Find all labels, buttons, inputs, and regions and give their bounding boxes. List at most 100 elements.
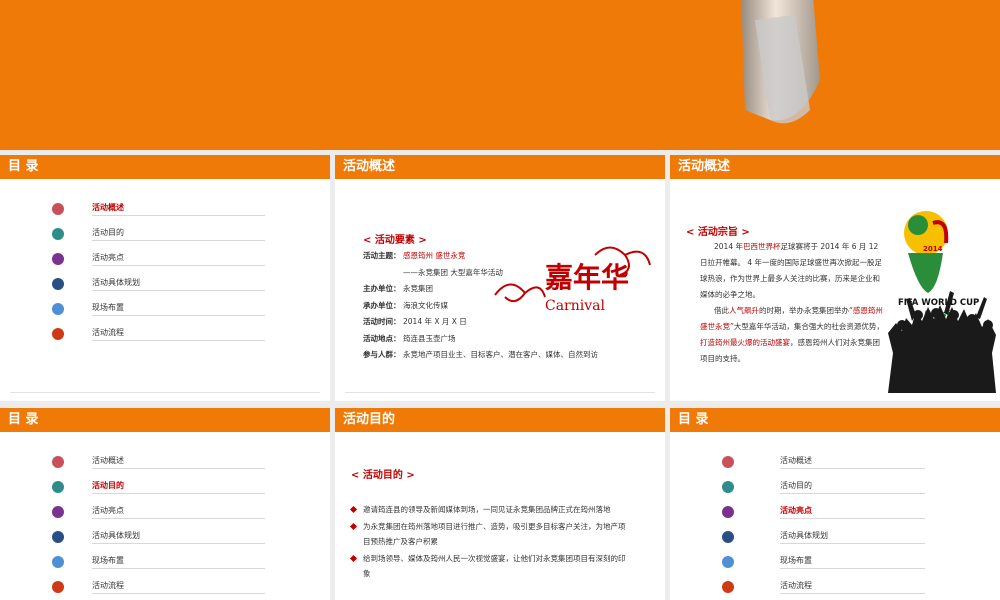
world-cup-logo: 2014 FIFA WORLD CUP Brasil xyxy=(888,211,996,393)
toc-item-label: 活动流程 xyxy=(780,581,812,590)
slide-toc-1[interactable]: 目 录 活动概述活动目的活动亮点活动具体规划现场布置活动流程 xyxy=(0,155,330,401)
divider xyxy=(780,593,925,594)
toc-item-label: 现场布置 xyxy=(92,556,124,565)
toc-item-label: 活动目的 xyxy=(780,481,812,490)
toc-item-label: 活动具体规划 xyxy=(780,531,828,540)
toc-item[interactable]: 活动具体规划 xyxy=(720,527,925,552)
toc-item[interactable]: 活动亮点 xyxy=(50,502,265,527)
carnival-logo: 嘉年华 Carnival xyxy=(494,246,651,314)
toc-item[interactable]: 活动具体规划 xyxy=(50,527,265,552)
text-span: 人气飙升 xyxy=(729,306,759,315)
logo-english: Carnival xyxy=(545,298,606,314)
purpose-paragraph-2: 借此人气飙升的时期，举办永竞集团举办“感恩筠州 盛世永竞”大型嘉年华活动，集合强… xyxy=(700,303,886,367)
bullet-dot-icon xyxy=(52,456,64,468)
slide-goals[interactable]: 活动目的 < 活动目的 > 邀请筠连县的领导及新闻媒体到场，一同见证永竞集团品牌… xyxy=(335,408,665,600)
toc-item-label: 活动概述 xyxy=(92,456,124,465)
element-key: 参与人群： xyxy=(363,350,401,359)
element-row: 参与人群： 永竞地产项目业主、目标客户、潜在客户、媒体、自然到访 xyxy=(363,349,598,366)
toc-item[interactable]: 现场布置 xyxy=(720,552,925,577)
divider xyxy=(92,493,265,494)
goal-item: 给到场领导、媒体及筠州人民一次视觉盛宴，让他们对永竞集团项目有深刻的印象 xyxy=(351,551,631,582)
header-banner xyxy=(0,0,1000,150)
divider xyxy=(92,240,265,241)
toc-item[interactable]: 活动概述 xyxy=(50,199,265,224)
element-value: 2014 年 X 月 X 日 xyxy=(403,317,467,326)
toc-item[interactable]: 活动目的 xyxy=(720,477,925,502)
slide-toc-2[interactable]: 目 录 活动概述活动目的活动亮点活动具体规划 现场布置活动流程 xyxy=(0,408,330,600)
section-title: < 活动目的 > xyxy=(351,470,415,481)
element-value: 永竞集团 xyxy=(403,284,433,293)
text-span: 巴西世界杯 xyxy=(742,242,781,251)
divider xyxy=(92,518,265,519)
slide-header: 目 录 xyxy=(0,155,330,179)
bullet-dot-icon xyxy=(722,556,734,568)
toc-item-label: 活动目的 xyxy=(92,228,124,237)
slide-header: 目 录 xyxy=(0,408,330,432)
toc-item[interactable]: 活动流程 xyxy=(50,577,265,600)
element-key: 承办单位： xyxy=(363,300,401,310)
divider xyxy=(92,468,265,469)
bullet-dot-icon xyxy=(722,456,734,468)
toc-item[interactable]: 活动具体规划 xyxy=(50,274,265,299)
slide-header: 活动概述 xyxy=(335,155,665,179)
purpose-paragraph-1: 2014 年巴西世界杯足球赛将于 2014 年 6 月 12 日拉开帷幕。 4 … xyxy=(700,239,886,303)
slide-header: 活动目的 xyxy=(335,408,665,432)
theme-value: 感恩筠州 盛世永竞 xyxy=(403,251,466,260)
bullet-dot-icon xyxy=(52,481,64,493)
toc-item[interactable]: 活动流程 xyxy=(50,324,265,349)
slide-toc-3[interactable]: 目 录 活动概述 活动目的 活动亮点 活动具体规划 现场布置 活动流程 xyxy=(670,408,1000,600)
text-span: 2014 年 xyxy=(714,242,743,251)
toc-item-label: 活动流程 xyxy=(92,581,124,590)
toc-item-label: 现场布置 xyxy=(92,303,124,312)
divider xyxy=(92,340,265,341)
bullet-dot-icon xyxy=(52,303,64,315)
toc-item[interactable]: 活动流程 xyxy=(720,577,925,600)
toc-item-label: 活动亮点 xyxy=(92,253,124,262)
toc-item[interactable]: 现场布置 xyxy=(50,552,265,577)
toc-item[interactable]: 现场布置 xyxy=(50,299,265,324)
bullet-dot-icon xyxy=(722,481,734,493)
divider xyxy=(92,215,265,216)
toc-list: 活动概述活动目的活动亮点活动具体规划现场布置活动流程 xyxy=(50,199,265,349)
bullet-dot-icon xyxy=(52,328,64,340)
section-title: < 活动宗旨 > xyxy=(686,227,750,238)
bullet-dot-icon xyxy=(52,253,64,265)
toc-item[interactable]: 活动亮点 xyxy=(720,502,925,527)
divider xyxy=(92,290,265,291)
toc-list: 活动概述活动目的活动亮点活动具体规划 现场布置活动流程 xyxy=(720,452,925,600)
toc-item[interactable]: 活动亮点 xyxy=(50,249,265,274)
toc-item-label: 活动具体规划 xyxy=(92,531,140,540)
fifa-year: 2014 xyxy=(923,245,943,253)
bullet-dot-icon xyxy=(52,203,64,215)
text-span: 的时期，举办永竞集团举办 xyxy=(759,306,849,315)
toc-item[interactable]: 活动概述 xyxy=(50,452,265,477)
divider xyxy=(780,468,925,469)
toc-item[interactable]: 活动目的 xyxy=(50,224,265,249)
microphone-icon xyxy=(741,0,820,124)
toc-item[interactable]: 活动概述 xyxy=(720,452,925,477)
element-key: 活动地点： xyxy=(363,333,401,343)
bullet-dot-icon xyxy=(52,506,64,518)
divider xyxy=(345,392,655,393)
text-span: 借此 xyxy=(714,306,729,315)
toc-item-label: 活动流程 xyxy=(92,328,124,337)
divider xyxy=(10,392,320,393)
bullet-dot-icon xyxy=(52,278,64,290)
goal-item: 为永竞集团在筠州落地项目进行推广、造势，吸引更多目标客户关注，为地产项目预热推广… xyxy=(351,519,631,550)
bullet-dot-icon xyxy=(722,581,734,593)
toc-item-label: 活动目的 xyxy=(92,481,124,490)
divider xyxy=(92,315,265,316)
bullet-dot-icon xyxy=(52,531,64,543)
slide-overview[interactable]: 活动概述 < 活动要素 > 活动主题： 感恩筠州 盛世永竞 ——永竞集团 大型嘉年… xyxy=(335,155,665,401)
toc-item-label: 现场布置 xyxy=(780,556,812,565)
bullet-dot-icon xyxy=(52,228,64,240)
toc-list: 活动概述活动目的活动亮点活动具体规划 现场布置活动流程 xyxy=(50,452,265,600)
text-span: 打造筠州最火爆的活动盛宴 xyxy=(700,338,790,347)
divider xyxy=(780,518,925,519)
divider xyxy=(780,568,925,569)
slide-purpose[interactable]: 活动概述 < 活动宗旨 > 2014 年巴西世界杯足球赛将于 2014 年 6 … xyxy=(670,155,1000,401)
toc-item[interactable]: 活动目的 xyxy=(50,477,265,502)
divider xyxy=(780,493,925,494)
slide-header: 活动概述 xyxy=(670,155,1000,179)
text-span: 大型嘉年华活动，集合强大的社会资源优势， xyxy=(733,322,884,331)
